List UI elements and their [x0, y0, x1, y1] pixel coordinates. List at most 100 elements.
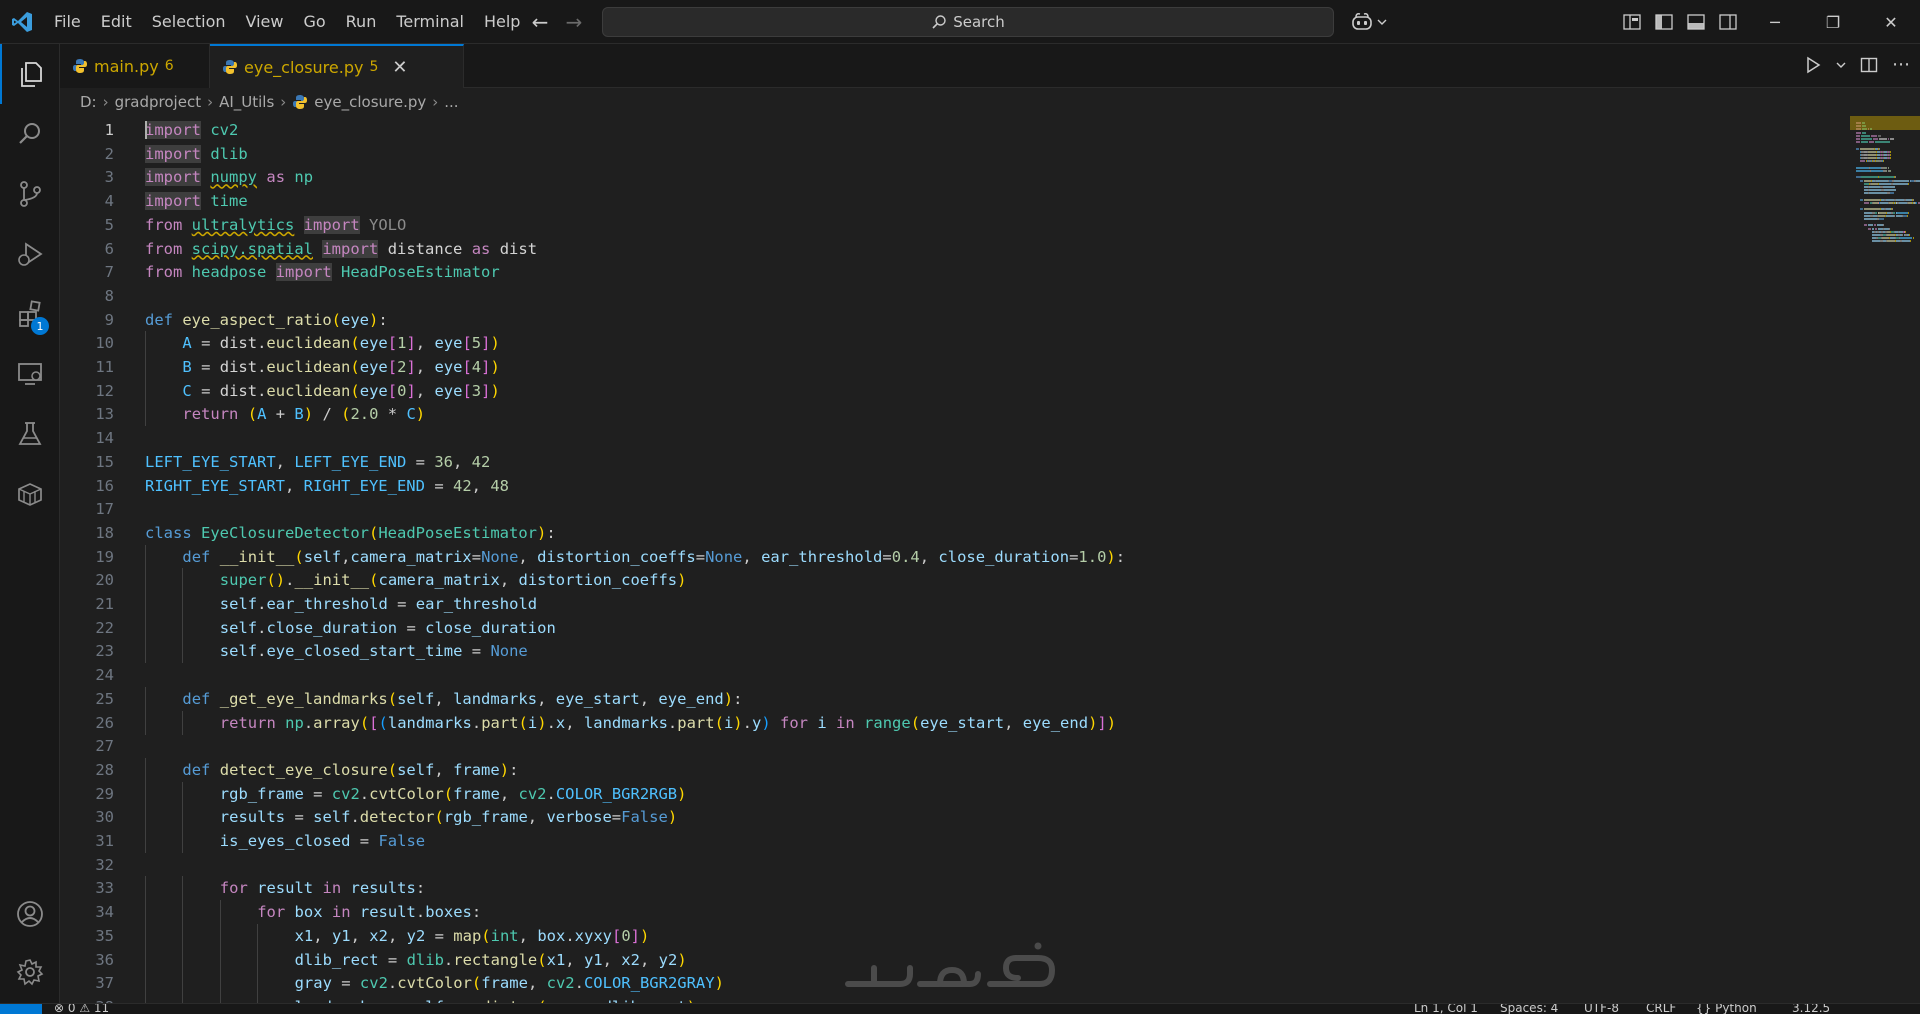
- code-line[interactable]: 32: [60, 853, 1790, 877]
- code-line[interactable]: 8: [60, 284, 1790, 308]
- menu-run[interactable]: Run: [336, 7, 387, 37]
- run-python-file-icon[interactable]: [1804, 56, 1822, 74]
- line-number: 22: [95, 618, 114, 637]
- tab-main-py[interactable]: main.py 6: [60, 44, 210, 88]
- code-line[interactable]: 21 self.ear_threshold = ear_threshold: [60, 592, 1790, 616]
- window-controls: ─ ❐ ✕: [1746, 0, 1920, 44]
- code-line[interactable]: 24: [60, 663, 1790, 687]
- code-line[interactable]: 10 A = dist.euclidean(eye[1], eye[5]): [60, 331, 1790, 356]
- encoding-status[interactable]: UTF-8: [1584, 1004, 1619, 1014]
- source-control-icon[interactable]: [0, 164, 60, 224]
- code-line[interactable]: 16 RIGHT_EYE_START, RIGHT_EYE_END = 42, 4…: [60, 474, 1790, 498]
- testing-icon[interactable]: [0, 404, 60, 464]
- code-line[interactable]: 30 results = self.detector(rgb_frame, ver…: [60, 805, 1790, 830]
- toggle-secondary-sidebar-icon[interactable]: [1716, 10, 1740, 34]
- breadcrumb-drive[interactable]: D:: [80, 93, 97, 111]
- close-tab-icon[interactable]: ✕: [392, 57, 407, 78]
- restore-icon[interactable]: ❐: [1804, 0, 1862, 44]
- code-line[interactable]: 13 return (A + B) / (2.0 * C): [60, 402, 1790, 427]
- menu-help[interactable]: Help: [474, 7, 530, 37]
- menu-go[interactable]: Go: [293, 7, 335, 37]
- close-window-icon[interactable]: ✕: [1862, 0, 1920, 44]
- code-line[interactable]: 17: [60, 497, 1790, 521]
- command-center-search[interactable]: Search: [602, 7, 1334, 37]
- code-text: return (A + B) / (2.0 * C): [182, 405, 426, 424]
- back-arrow-icon[interactable]: ←: [528, 8, 552, 36]
- eol-status[interactable]: CRLF: [1646, 1004, 1676, 1014]
- code-line[interactable]: 29 rgb_frame = cv2.cvtColor(frame, cv2.CO…: [60, 781, 1790, 806]
- minimap-token: [1860, 179, 1863, 182]
- code-line[interactable]: 6 from scipy.spatial import distance as d…: [60, 237, 1790, 261]
- chevron-down-icon[interactable]: [1836, 60, 1846, 70]
- code-line[interactable]: 3 import numpy as np: [60, 165, 1790, 189]
- code-editor[interactable]: 1 import cv2 2 import dlib 3 import numpy as …: [60, 116, 1920, 1003]
- menu-file[interactable]: File: [44, 7, 91, 37]
- split-editor-icon[interactable]: [1860, 56, 1878, 74]
- remote-explorer-icon[interactable]: [0, 344, 60, 404]
- menu-edit[interactable]: Edit: [91, 7, 142, 37]
- code-line[interactable]: 34 for box in result.boxes:: [60, 900, 1790, 925]
- breadcrumb-folder[interactable]: gradproject: [115, 93, 201, 111]
- customize-layout-icon[interactable]: [1620, 10, 1644, 34]
- code-line[interactable]: 7 from headpose import HeadPoseEstimator: [60, 260, 1790, 284]
- code-line[interactable]: 4 import time: [60, 189, 1790, 213]
- minimap-token: [1864, 202, 1870, 204]
- problems-status[interactable]: ⊗ 0 ⚠ 11: [54, 1004, 109, 1014]
- menu-selection[interactable]: Selection: [142, 7, 236, 37]
- search-view-icon[interactable]: [0, 104, 60, 164]
- indent-guide: [219, 994, 221, 1003]
- code-line[interactable]: 33 for result in results:: [60, 876, 1790, 901]
- code-line[interactable]: 22 self.close_duration = close_duration: [60, 615, 1790, 640]
- breadcrumb-file[interactable]: eye_closure.py: [314, 93, 426, 111]
- code-line[interactable]: 28 def detect_eye_closure(self, frame):: [60, 757, 1790, 782]
- code-line[interactable]: 18 class EyeClosureDetector(HeadPoseEstim…: [60, 521, 1790, 545]
- copilot-menu[interactable]: [1350, 10, 1396, 34]
- code-line[interactable]: 15 LEFT_EYE_START, LEFT_EYE_END = 36, 42: [60, 450, 1790, 474]
- extensions-icon[interactable]: 1: [0, 284, 60, 344]
- code-line[interactable]: 23 self.eye_closed_start_time = None: [60, 639, 1790, 664]
- more-actions-icon[interactable]: ⋯: [1892, 54, 1910, 75]
- code-line[interactable]: 12 C = dist.euclidean(eye[0], eye[3]): [60, 378, 1790, 403]
- menu-terminal[interactable]: Terminal: [386, 7, 474, 37]
- forward-arrow-icon[interactable]: →: [562, 8, 586, 36]
- breadcrumb-symbol[interactable]: ...: [444, 93, 458, 111]
- minimap-token: [1864, 218, 1877, 220]
- code-line[interactable]: 20 super().__init__(camera_matrix, distor…: [60, 568, 1790, 593]
- manage-gear-icon[interactable]: [0, 942, 60, 1002]
- code-line[interactable]: 1 import cv2: [60, 118, 1790, 142]
- menu-view[interactable]: View: [236, 7, 294, 37]
- minimap-token: [1890, 138, 1894, 140]
- code-line[interactable]: 26 return np.array([(landmarks.part(i).x,…: [60, 710, 1790, 735]
- explorer-icon[interactable]: [0, 44, 60, 104]
- cursor-position[interactable]: Ln 1, Col 1: [1414, 1004, 1478, 1014]
- toggle-panel-icon[interactable]: [1684, 10, 1708, 34]
- minimap-token: [1877, 214, 1885, 217]
- code-line[interactable]: 5 from ultralytics import YOLO: [60, 213, 1790, 237]
- code-line[interactable]: 27: [60, 734, 1790, 758]
- code-line[interactable]: 25 def _get_eye_landmarks(self, landmarks…: [60, 686, 1790, 711]
- code-line[interactable]: 14: [60, 426, 1790, 450]
- code-line[interactable]: 11 B = dist.euclidean(eye[2], eye[4]): [60, 355, 1790, 379]
- code-line[interactable]: 31 is_eyes_closed = False: [60, 829, 1790, 853]
- code-line[interactable]: 19 def __init__(self,camera_matrix=None, …: [60, 544, 1790, 569]
- line-number: 37: [95, 974, 114, 993]
- minimap-token: [1868, 141, 1874, 144]
- chevron-right-icon: ›: [432, 93, 439, 111]
- accounts-icon[interactable]: [0, 884, 60, 944]
- indentation-status[interactable]: Spaces: 4: [1500, 1004, 1558, 1014]
- line-number: 10: [95, 334, 114, 353]
- breadcrumb-folder[interactable]: AI_Utils: [219, 93, 274, 111]
- minimap[interactable]: [1850, 116, 1920, 1003]
- containers-icon[interactable]: [0, 464, 60, 524]
- language-mode[interactable]: {} Python: [1696, 1004, 1757, 1014]
- code-line[interactable]: 2 import dlib: [60, 142, 1790, 166]
- run-and-debug-icon[interactable]: [0, 224, 60, 284]
- minimize-icon[interactable]: ─: [1746, 0, 1804, 44]
- code-line[interactable]: 9 def eye_aspect_ratio(eye):: [60, 308, 1790, 332]
- toggle-primary-sidebar-icon[interactable]: [1652, 10, 1676, 34]
- tab-eye-closure-py[interactable]: eye_closure.py 5 ✕: [210, 44, 464, 88]
- editor-tabs: main.py 6 eye_closure.py 5 ✕ ⋯: [60, 44, 1920, 88]
- line-number: 7: [104, 263, 114, 282]
- remote-indicator-icon[interactable]: [0, 1004, 42, 1014]
- python-version[interactable]: 3.12.5: [1792, 1004, 1830, 1014]
